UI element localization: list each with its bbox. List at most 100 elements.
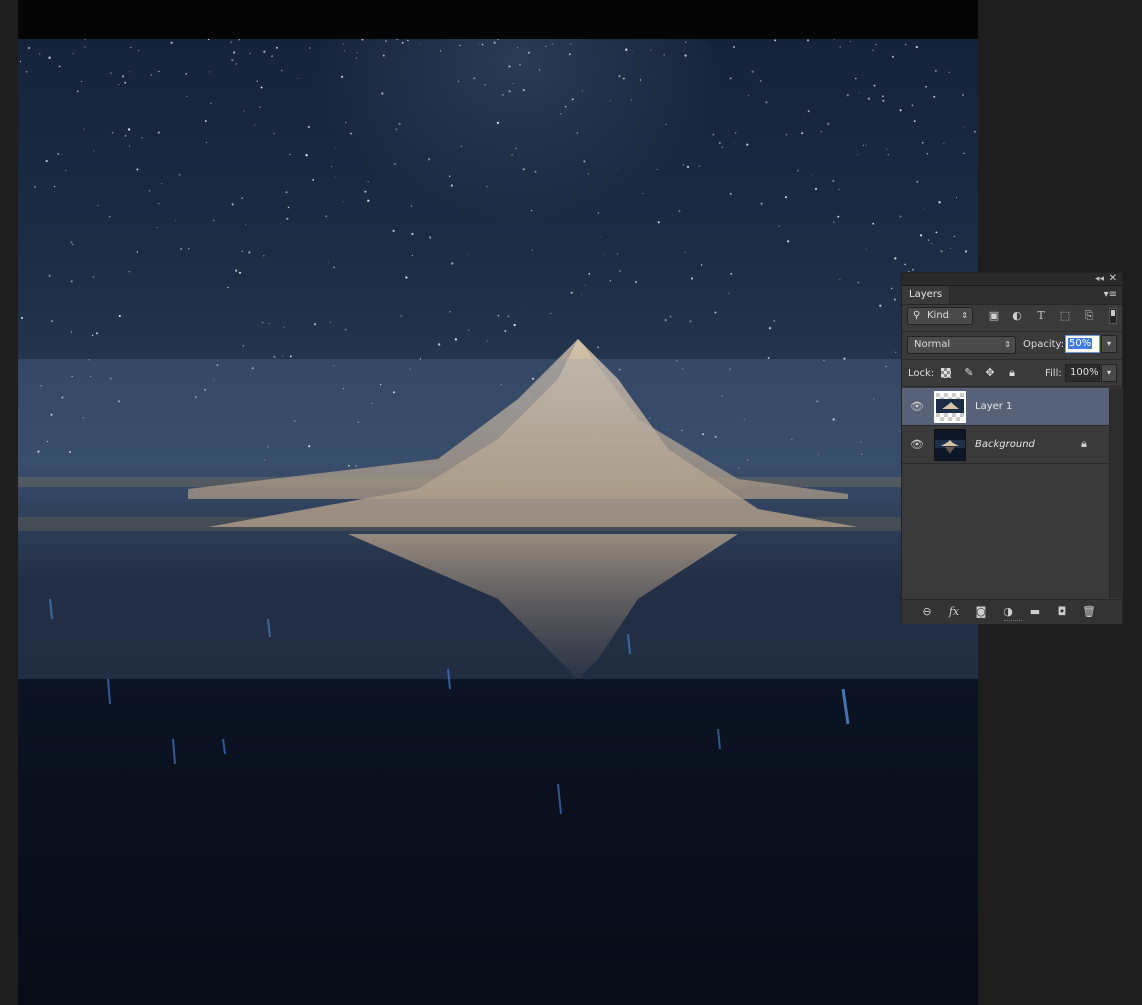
star	[331, 165, 333, 167]
star	[124, 135, 127, 137]
opacity-dropdown-button[interactable]: ▾	[1101, 335, 1117, 353]
star	[899, 215, 902, 218]
star	[342, 43, 345, 45]
fill-input[interactable]: 100%	[1065, 364, 1100, 382]
fx-icon[interactable]: fx	[946, 605, 962, 619]
star	[210, 102, 212, 104]
shape-filter-icon[interactable]: ⬚	[1058, 309, 1072, 323]
star	[343, 50, 346, 52]
kind-filter-select[interactable]: ⚲ Kind ⇕	[907, 307, 973, 325]
star	[486, 186, 488, 188]
lock-image-pixels-brush-icon[interactable]: ✎	[962, 366, 976, 380]
link-layers-icon[interactable]: ⊖	[919, 605, 935, 619]
eye-icon[interactable]: 👁︎	[910, 400, 924, 413]
star	[286, 217, 289, 220]
star	[911, 268, 914, 271]
star	[657, 221, 660, 224]
star	[893, 298, 896, 301]
star	[891, 287, 893, 290]
lock-all-icon[interactable]: 🔒︎	[1005, 366, 1019, 380]
star	[664, 318, 667, 322]
star	[57, 153, 60, 155]
layer-thumbnail	[934, 429, 966, 461]
star	[507, 315, 510, 318]
blend-mode-select[interactable]: Normal ⇕	[907, 336, 1016, 354]
star	[560, 113, 562, 115]
milky-way-glow	[258, 39, 778, 379]
tab-layers[interactable]: Layers	[902, 286, 951, 304]
blend-mode-value: Normal	[914, 339, 951, 350]
new-layer-icon[interactable]: ◘	[1054, 605, 1070, 619]
star	[109, 216, 111, 218]
star	[820, 131, 822, 133]
star	[768, 327, 772, 330]
star	[344, 328, 347, 331]
layer-name[interactable]: Layer 1	[975, 401, 1012, 412]
adjustment-layer-icon[interactable]: ◑	[1000, 605, 1016, 619]
star	[623, 77, 625, 80]
star	[915, 45, 918, 49]
star	[180, 247, 183, 251]
star	[427, 158, 431, 161]
star	[925, 85, 927, 88]
star	[401, 42, 404, 44]
star	[329, 321, 331, 323]
opacity-input[interactable]: 50%	[1065, 335, 1100, 353]
filter-toggle-switch[interactable]	[1109, 308, 1117, 324]
double-chevron-left-icon[interactable]: ◂◂	[1095, 273, 1104, 285]
star	[437, 343, 441, 346]
star	[617, 168, 619, 171]
lock-position-move-icon[interactable]: ✥	[983, 366, 997, 380]
star	[576, 132, 579, 134]
star	[263, 50, 266, 53]
star	[70, 331, 73, 333]
layer-row-background[interactable]: 👁︎ Background 🔒︎	[902, 426, 1109, 464]
star	[345, 122, 347, 124]
star	[887, 154, 889, 156]
lock-transparent-pixels-icon[interactable]	[941, 368, 951, 378]
image-filter-icon[interactable]: ▣	[987, 309, 1001, 323]
star	[581, 90, 584, 92]
star	[801, 132, 804, 135]
layers-scrollbar[interactable]	[1109, 388, 1123, 598]
star	[784, 196, 788, 199]
new-group-icon[interactable]: ▬	[1027, 605, 1043, 619]
star	[512, 83, 514, 84]
layer-name[interactable]: Background	[975, 439, 1035, 450]
resize-grip[interactable]	[1004, 620, 1022, 623]
star	[774, 39, 777, 42]
star	[669, 315, 672, 318]
star	[618, 75, 621, 78]
star	[241, 250, 243, 252]
close-icon[interactable]: ✕	[1109, 273, 1117, 285]
type-filter-icon[interactable]: T	[1034, 309, 1048, 323]
add-mask-icon[interactable]: ◙	[973, 605, 989, 619]
star	[857, 281, 860, 284]
star	[873, 84, 876, 87]
document-canvas[interactable]	[18, 0, 978, 1005]
star	[690, 277, 694, 280]
fill-dropdown-button[interactable]: ▾	[1101, 364, 1117, 382]
star	[522, 168, 525, 171]
star	[807, 110, 810, 113]
chevron-updown-icon: ⇕	[1004, 340, 1011, 349]
layer1-thumbnail-graphic	[936, 393, 964, 421]
panel-titlebar[interactable]: ◂◂ ✕	[902, 273, 1122, 286]
star	[259, 106, 261, 108]
star	[746, 143, 749, 146]
panel-menu-icon[interactable]: ▾≡	[1104, 289, 1117, 300]
smart-object-filter-icon[interactable]: ⎘	[1082, 309, 1096, 323]
star	[51, 320, 54, 323]
adjustment-filter-icon[interactable]: ◐	[1010, 309, 1024, 323]
delete-icon[interactable]: 🗑︎	[1081, 605, 1097, 619]
star	[48, 56, 51, 59]
eye-icon[interactable]: 👁︎	[910, 438, 924, 451]
star	[136, 168, 139, 171]
fill-label: Fill:	[1045, 368, 1062, 379]
star	[276, 46, 278, 49]
star	[450, 184, 453, 187]
star	[515, 147, 517, 150]
night-sky-mountain-image[interactable]	[18, 39, 978, 1005]
layer-row-layer1[interactable]: 👁︎ Layer 1	[902, 388, 1109, 426]
star	[70, 280, 73, 283]
